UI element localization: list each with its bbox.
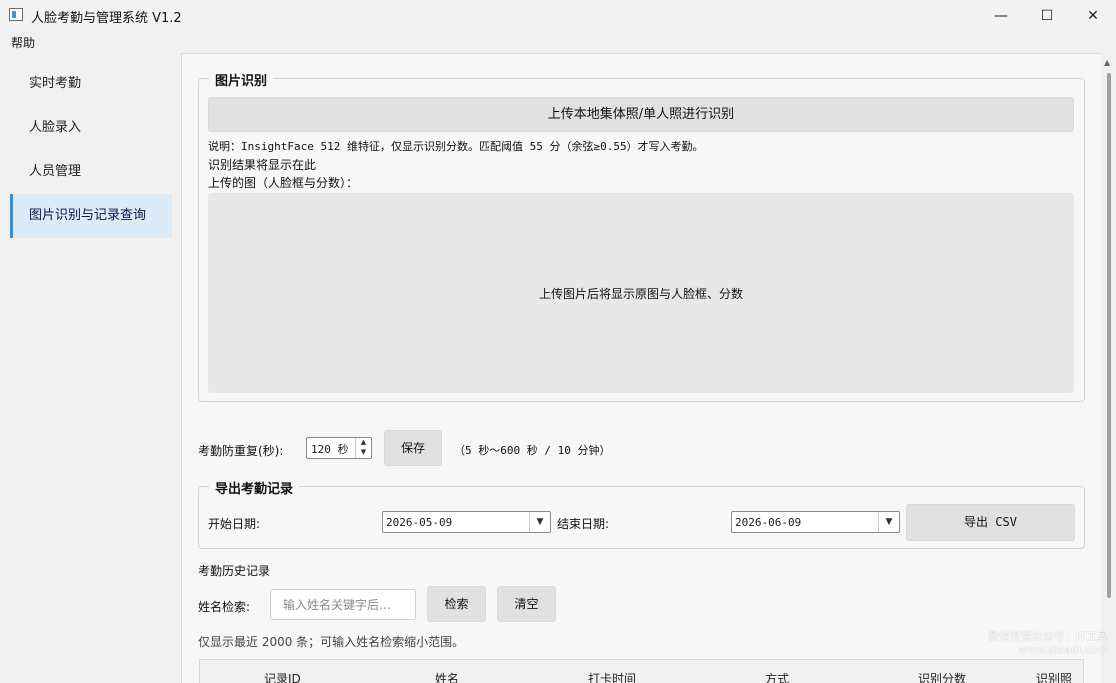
minimize-button[interactable]: — [978,0,1024,31]
column-header-photo[interactable]: 识别照 [1036,670,1072,683]
dedupe-hint: （5 秒～600 秒 / 10 分钟） [454,444,611,457]
title-bar: 人脸考勤与管理系统 V1.2 — ☐ ✕ [0,0,1116,31]
name-search-label: 姓名检索: [198,600,251,614]
sidebar-item-face-enroll[interactable]: 人脸录入 [10,106,172,150]
scroll-up-icon[interactable]: ▲ [1104,58,1110,67]
app-icon [9,8,23,21]
watermark: 微信搜索公众号：IT工具 www.stoadl.com [988,630,1108,656]
sidebar-item-image-recognition[interactable]: 图片识别与记录查询 [10,194,172,238]
sidebar-item-realtime-attendance[interactable]: 实时考勤 [10,62,172,106]
start-date-picker[interactable]: 2026-05-09 ▼ [382,511,551,533]
sidebar-item-personnel[interactable]: 人员管理 [10,150,172,194]
minimize-icon: — [994,7,1008,24]
chevron-down-icon[interactable]: ▼ [529,512,550,532]
name-search-input[interactable] [271,590,415,619]
dedupe-seconds-value: 120 秒 [311,443,349,456]
recognition-result: 识别结果将显示在此 [208,158,317,172]
scrollbar-thumb[interactable] [1107,73,1111,598]
sidebar-item-label: 实时考勤 [29,76,82,91]
end-date-value: 2026-06-09 [735,516,802,529]
column-header-method[interactable]: 方式 [765,670,789,683]
column-header-name[interactable]: 姓名 [435,670,459,683]
history-table-header: 记录ID 姓名 打卡时间 方式 识别分数 识别照 [199,659,1084,683]
recognition-group-title: 图片识别 [209,70,274,89]
spin-buttons: ▲ ▼ [355,438,371,458]
maximize-icon: ☐ [1040,7,1054,24]
history-title: 考勤历史记录 [198,564,271,578]
sidebar-item-label: 人员管理 [29,164,82,179]
sidebar-item-label: 图片识别与记录查询 [29,208,147,223]
close-button[interactable]: ✕ [1070,0,1116,31]
name-search-input-box[interactable] [270,589,416,620]
chevron-down-icon[interactable]: ▼ [878,512,899,532]
spin-up-icon[interactable]: ▲ [356,438,371,448]
watermark-line1: 微信搜索公众号：IT工具 [988,630,1108,643]
spin-down-icon[interactable]: ▼ [356,448,371,458]
history-hint: 仅显示最近 2000 条；可输入姓名检索缩小范围。 [198,635,465,649]
upload-photo-button[interactable]: 上传本地集体照/单人照进行识别 [208,97,1074,132]
save-dedupe-button[interactable]: 保存 [384,430,442,466]
uploaded-image-label: 上传的图（人脸框与分数）： [208,176,359,190]
column-header-punch-time[interactable]: 打卡时间 [588,670,636,683]
end-date-picker[interactable]: 2026-06-09 ▼ [731,511,900,533]
image-placeholder-text: 上传图片后将显示原图与人脸框、分数 [538,286,743,301]
export-group-title: 导出考勤记录 [209,478,300,497]
dedupe-label: 考勤防重复(秒): [198,444,284,458]
sidebar: 实时考勤 人脸录入 人员管理 图片识别与记录查询 [0,53,180,682]
maximize-button[interactable]: ☐ [1024,0,1070,31]
search-button[interactable]: 检索 [427,586,486,622]
end-date-label: 结束日期: [557,517,610,531]
column-header-score[interactable]: 识别分数 [918,670,966,683]
vertical-scrollbar[interactable]: ▲ [1101,53,1116,682]
uploaded-image-preview: 上传图片后将显示原图与人脸框、分数 [208,193,1074,393]
watermark-line2: www.stoadl.com [1017,643,1108,656]
recognition-note: 说明：InsightFace 512 维特征，仅显示识别分数。匹配阈值 55 分… [208,140,704,153]
menu-bar: 帮助 [0,31,1116,53]
sidebar-item-label: 人脸录入 [29,120,82,135]
export-csv-button[interactable]: 导出 CSV [906,504,1075,541]
column-header-record-id[interactable]: 记录ID [264,670,301,683]
window-title: 人脸考勤与管理系统 V1.2 [31,11,182,26]
clear-button[interactable]: 清空 [497,586,556,622]
start-date-label: 开始日期: [208,517,261,531]
dedupe-seconds-spinbox[interactable]: 120 秒 ▲ ▼ [306,437,372,459]
main-panel: 图片识别 上传本地集体照/单人照进行识别 说明：InsightFace 512 … [181,53,1102,683]
close-icon: ✕ [1087,7,1099,24]
start-date-value: 2026-05-09 [386,516,453,529]
menu-help[interactable]: 帮助 [11,34,35,51]
